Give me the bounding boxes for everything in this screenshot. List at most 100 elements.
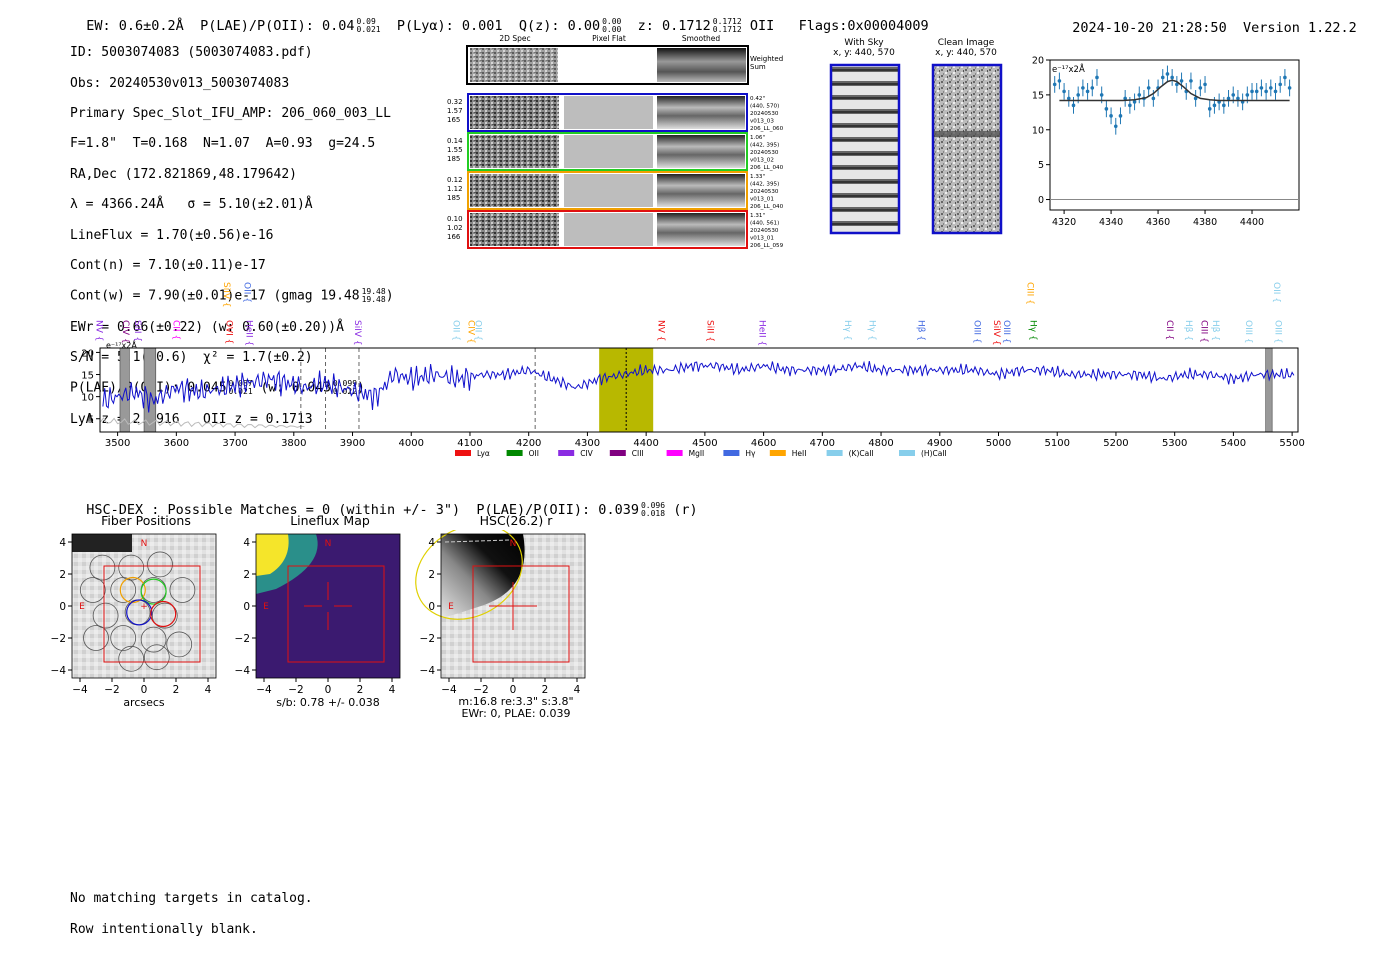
zoom-point bbox=[1283, 75, 1287, 80]
legend-swatch bbox=[558, 450, 575, 456]
zoom-point bbox=[1090, 86, 1095, 90]
line-mark-label: OII { bbox=[1271, 282, 1281, 303]
weighted-sum-label: Weighted Sum bbox=[750, 55, 783, 71]
east-label: E bbox=[79, 602, 85, 612]
cutout-right-label: v013_01 bbox=[750, 197, 774, 203]
cutout-right-label: 20240530 bbox=[750, 150, 779, 156]
panel-hsc: NE−4 −2 0 2 4420−2−4 bbox=[415, 530, 586, 696]
legend-label: Hγ bbox=[745, 449, 756, 458]
cutout-flat bbox=[564, 174, 653, 207]
zoom-point bbox=[1254, 89, 1259, 94]
spectrum-frame bbox=[99, 347, 1299, 433]
cutout-smoothed bbox=[657, 213, 745, 246]
x-tick-label: 4000 bbox=[399, 438, 424, 449]
cutout-2d bbox=[470, 213, 559, 246]
cutout-left-label: 1.02 bbox=[447, 224, 463, 232]
cutout-left-label: 165 bbox=[447, 116, 460, 124]
north-label: N bbox=[325, 539, 332, 549]
header-version: Version 1.22.2 bbox=[1242, 20, 1357, 36]
zoom-point bbox=[1104, 107, 1109, 111]
header-flags: Flags:0x00004009 bbox=[798, 18, 929, 34]
zoom-point bbox=[1095, 75, 1099, 80]
x-tick-label: 5300 bbox=[1162, 438, 1187, 449]
footer-line2: Row intentionally blank. bbox=[70, 921, 258, 937]
legend-label: HeII bbox=[792, 449, 807, 458]
cutout-right-label: (442, 395) bbox=[750, 182, 779, 188]
east-label: E bbox=[263, 602, 269, 612]
legend-label: CIII bbox=[632, 449, 644, 458]
legend-swatch bbox=[666, 450, 683, 456]
cutout-right-label: 206_LL_060 bbox=[750, 126, 784, 132]
zoom-point bbox=[1113, 124, 1118, 129]
legend-swatch bbox=[609, 450, 626, 456]
zoom-point bbox=[1165, 72, 1170, 76]
panel-x-tick-label: −4 bbox=[72, 684, 88, 696]
footer: No matching targets in catalog. Row inte… bbox=[70, 876, 313, 952]
cutout-2d bbox=[470, 135, 559, 168]
weighted-2d bbox=[470, 48, 558, 82]
header-datetime: 2024-10-20 21:28:50 bbox=[1072, 20, 1227, 36]
cutout-right-label: v013_01 bbox=[750, 236, 774, 242]
lineflux-xlabel: s/b: 0.78 +/- 0.038 bbox=[276, 696, 380, 709]
x-tick-label: 4300 bbox=[575, 438, 600, 449]
zoom-point bbox=[1071, 103, 1076, 108]
zoom-point bbox=[1151, 96, 1156, 101]
y-tick-label: 15 bbox=[81, 371, 94, 382]
zoom-point bbox=[1264, 89, 1268, 94]
panel-y-tick-label: 2 bbox=[243, 569, 250, 581]
x-tick-label: 5100 bbox=[1044, 438, 1069, 449]
zoom-y-tick-label: 0 bbox=[1038, 195, 1044, 206]
zoom-y-tick-label: 20 bbox=[1032, 56, 1044, 67]
info-params: F=1.8" T=0.168 N=1.07 A=0.93 g=24.5 bbox=[70, 136, 376, 152]
line-mark-label: OII { bbox=[242, 282, 252, 303]
x-tick-label: 4600 bbox=[751, 438, 776, 449]
panel-y-tick-label: 4 bbox=[59, 537, 66, 549]
zoom-point bbox=[1057, 79, 1062, 83]
zoom-point bbox=[1076, 93, 1080, 97]
panel-x-tick-label: 2 bbox=[173, 684, 180, 696]
panel-y-tick-label: 0 bbox=[243, 601, 250, 613]
x-tick-label: 3900 bbox=[340, 438, 365, 449]
panel-flux: N E −4 −2 0 2 4 4 2 0 −2 −4 bbox=[235, 533, 401, 696]
zoom-point bbox=[1146, 86, 1151, 90]
cutout-row-2: 0.121.12185 1.33" (442, 395)20240530 v013_0… bbox=[447, 171, 784, 210]
cutout-right-label: 206_LL_040 bbox=[750, 204, 784, 210]
zoom-point bbox=[1245, 93, 1250, 97]
cutout-flat bbox=[564, 135, 653, 168]
panel-y-tick-label: −2 bbox=[420, 633, 435, 645]
cutout-right-label: 20240530 bbox=[750, 111, 779, 117]
panel-x-tick-label: −4 bbox=[441, 684, 457, 696]
panel-x-tick-label: −2 bbox=[288, 684, 303, 696]
fiber-bright-source bbox=[72, 534, 132, 552]
cutout-left-label: 1.55 bbox=[447, 146, 463, 154]
cutout-2d bbox=[470, 174, 559, 207]
zoom-point bbox=[1250, 89, 1254, 94]
line-mark-label: CIII { bbox=[1024, 282, 1034, 305]
fiber-center-mark: + bbox=[140, 602, 148, 612]
cutout-smoothed bbox=[657, 135, 745, 168]
x-tick-label: 5400 bbox=[1221, 438, 1246, 449]
zoom-point bbox=[1179, 79, 1184, 83]
info-lineflux: LineFlux = 1.70(±0.56)e-16 bbox=[70, 227, 274, 243]
panel-x-tick-label: 0 bbox=[141, 684, 148, 696]
col-smoothed: Smoothed bbox=[682, 34, 721, 43]
zoom-point bbox=[1222, 103, 1226, 108]
zoom-x-tick-label: 4340 bbox=[1099, 217, 1123, 228]
zoom-point bbox=[1137, 93, 1142, 97]
legend-label: (H)CaII bbox=[921, 449, 947, 458]
zoom-point bbox=[1081, 86, 1085, 90]
panel-x-tick-label: 4 bbox=[205, 684, 212, 696]
zoom-point bbox=[1273, 89, 1278, 94]
clean-image-label: Clean Image x, y: 440, 570 bbox=[935, 38, 997, 58]
col-2d-spec: 2D Spec bbox=[499, 34, 530, 43]
clean-image bbox=[931, 63, 1003, 235]
y-tick-label: 20 bbox=[81, 348, 94, 359]
zoom-point bbox=[1231, 93, 1236, 97]
north-label: N bbox=[510, 539, 517, 549]
cutout-row-3: 0.101.02166 1.31" (440, 561)20240530 v013_0… bbox=[447, 210, 784, 249]
north-label: N bbox=[141, 539, 148, 549]
zoom-point bbox=[1128, 103, 1132, 108]
legend-label: Lyα bbox=[477, 449, 490, 458]
zoom-x-tick-label: 4400 bbox=[1240, 217, 1264, 228]
panel-x-tick-label: 2 bbox=[357, 684, 364, 696]
